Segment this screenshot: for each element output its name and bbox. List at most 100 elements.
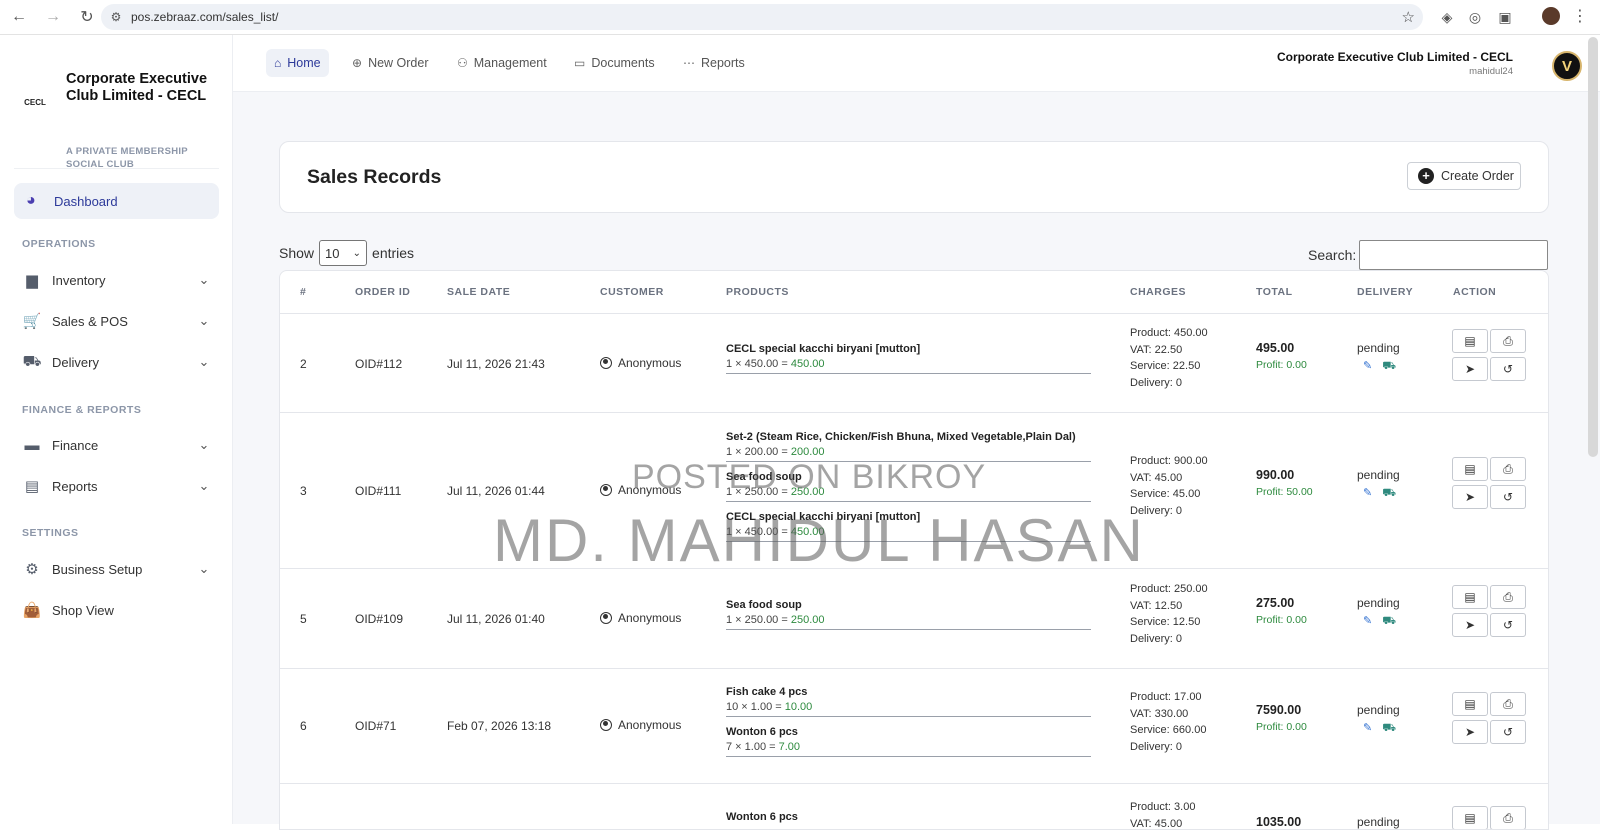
sidebar-item-business-setup[interactable]: ⚙ Business Setup ⌄	[22, 556, 212, 582]
edit-icon[interactable]: ✎	[1363, 487, 1372, 499]
column-header: #	[300, 286, 306, 298]
print-button[interactable]: ⎙	[1490, 457, 1526, 481]
bag-icon: 👜	[22, 601, 42, 619]
sidebar-item-dashboard[interactable]: ◕ Dashboard	[14, 183, 219, 219]
url-text[interactable]: pos.zebraaz.com/sales_list/	[131, 10, 278, 24]
sidebar-item-delivery[interactable]: ⛟ Delivery ⌄	[22, 349, 212, 375]
send-button[interactable]: ➤	[1452, 357, 1488, 381]
page-scrollbar[interactable]	[1588, 37, 1598, 457]
column-header[interactable]: TOTAL	[1256, 286, 1293, 298]
truck-icon: ⛟	[22, 353, 42, 372]
column-header[interactable]: DELIVERY	[1357, 286, 1413, 298]
invoice-button[interactable]: ▤	[1452, 806, 1488, 830]
tab-reports[interactable]: ⋯ Reports	[683, 49, 745, 77]
entries-label: entries	[372, 245, 414, 261]
profit: Profit: 50.00	[1256, 486, 1313, 498]
column-header[interactable]: CUSTOMER	[600, 286, 664, 298]
tab-management[interactable]: ⚇ Management	[457, 49, 547, 77]
search-label: Search:	[1308, 247, 1356, 263]
sidebar: CECL Corporate Executive Club Limited - …	[0, 35, 233, 824]
tab-documents[interactable]: ▭ Documents	[574, 49, 655, 77]
column-header[interactable]: SALE DATE	[447, 286, 510, 298]
send-button[interactable]: ➤	[1452, 613, 1488, 637]
org-avatar[interactable]: V	[1552, 51, 1582, 81]
tab-home[interactable]: ⌂ Home	[266, 49, 329, 77]
bookmark-star-icon[interactable]: ☆	[1402, 8, 1415, 26]
edit-icon[interactable]: ✎	[1363, 722, 1372, 734]
extension-icon[interactable]: ◎	[1464, 6, 1486, 28]
tab-label: Reports	[701, 56, 745, 70]
column-header[interactable]: ORDER ID	[355, 286, 410, 298]
reload-icon[interactable]: ↻	[72, 2, 102, 32]
refund-button[interactable]: ↺	[1490, 485, 1526, 509]
refund-button[interactable]: ↺	[1490, 720, 1526, 744]
column-header[interactable]: PRODUCTS	[726, 286, 789, 298]
sidebar-item-reports[interactable]: ▤ Reports ⌄	[22, 473, 212, 499]
create-order-label: Create Order	[1441, 169, 1514, 183]
create-order-button[interactable]: + Create Order	[1407, 162, 1521, 190]
print-button[interactable]: ⎙	[1490, 806, 1526, 830]
product-name: Fish cake 4 pcs	[726, 686, 1091, 698]
product-item: Fish cake 4 pcs 10 × 1.00 = 10.00	[726, 686, 1091, 717]
chevron-down-icon: ⌄	[196, 354, 212, 370]
print-button[interactable]: ⎙	[1490, 329, 1526, 353]
status-text: pending	[1357, 468, 1400, 482]
browser-menu-icon[interactable]: ⋮	[1572, 6, 1588, 26]
charge-vat: VAT: 45.00	[1130, 816, 1195, 830]
truck-icon[interactable]: ⛟	[1382, 487, 1396, 499]
refund-button[interactable]: ↺	[1490, 613, 1526, 637]
product-line: 10 × 1.00 = 10.00	[726, 701, 1091, 717]
username: mahidul24	[1277, 66, 1513, 77]
plus-circle-icon: ⊕	[352, 56, 362, 70]
tab-new-order[interactable]: ⊕ New Order	[352, 49, 429, 77]
profile-avatar[interactable]	[1542, 7, 1560, 25]
chevron-down-icon: ⌄	[353, 248, 361, 259]
search-input[interactable]	[1359, 240, 1548, 270]
site-settings-icon[interactable]: ⚙	[101, 10, 131, 24]
invoice-button[interactable]: ▤	[1452, 329, 1488, 353]
send-button[interactable]: ➤	[1452, 720, 1488, 744]
invoice-button[interactable]: ▤	[1452, 692, 1488, 716]
status-text: pending	[1357, 703, 1400, 717]
send-button[interactable]: ➤	[1452, 485, 1488, 509]
product-line: 7 × 1.00 = 7.00	[726, 741, 1091, 757]
receipt-icon: ▤	[1464, 811, 1475, 825]
tab-label: New Order	[368, 56, 428, 70]
sidebar-item-inventory[interactable]: ▆ Inventory ⌄	[22, 267, 212, 293]
column-header[interactable]: CHARGES	[1130, 286, 1186, 298]
product-amount: 200.00	[791, 446, 825, 458]
back-icon[interactable]: ←	[4, 2, 34, 32]
puzzle-icon[interactable]: ▣	[1494, 6, 1516, 28]
printer-icon: ⎙	[1503, 811, 1513, 826]
total: 495.00 Profit: 0.00	[1256, 341, 1307, 371]
charge-vat: VAT: 330.00	[1130, 706, 1206, 723]
user-icon	[600, 357, 612, 369]
invoice-button[interactable]: ▤	[1452, 585, 1488, 609]
print-button[interactable]: ⎙	[1490, 585, 1526, 609]
truck-icon[interactable]: ⛟	[1382, 615, 1396, 627]
refund-button[interactable]: ↺	[1490, 357, 1526, 381]
status-text: pending	[1357, 596, 1400, 610]
address-bar[interactable]: ⚙ pos.zebraaz.com/sales_list/ ☆	[101, 4, 1423, 30]
print-button[interactable]: ⎙	[1490, 692, 1526, 716]
sidebar-item-finance[interactable]: ▬ Finance ⌄	[22, 432, 212, 458]
truck-icon[interactable]: ⛟	[1382, 722, 1396, 734]
truck-icon[interactable]: ⛟	[1382, 360, 1396, 372]
sidebar-item-shop-view[interactable]: 👜 Shop View	[22, 597, 212, 623]
users-icon: ⚇	[457, 56, 468, 70]
entries-select[interactable]: 10 ⌄	[319, 240, 367, 266]
home-icon: ⌂	[274, 56, 281, 70]
edit-icon[interactable]: ✎	[1363, 360, 1372, 372]
edit-icon[interactable]: ✎	[1363, 615, 1372, 627]
invoice-button[interactable]: ▤	[1452, 457, 1488, 481]
forward-icon[interactable]: →	[38, 2, 68, 32]
sidebar-item-sales[interactable]: 🛒 Sales & POS ⌄	[22, 308, 212, 334]
product-name: Sea food soup	[726, 599, 1091, 611]
status-text: pending	[1357, 341, 1400, 355]
product-item: Wonton 6 pcs 7 × 1.00 = 7.00	[726, 726, 1091, 757]
profit: Profit: 0.00	[1256, 614, 1307, 626]
customer-name: Anonymous	[618, 718, 681, 732]
extension-shield-icon[interactable]: ◈	[1436, 6, 1458, 28]
customer: Anonymous	[600, 718, 681, 732]
section-title-settings: SETTINGS	[22, 527, 79, 539]
